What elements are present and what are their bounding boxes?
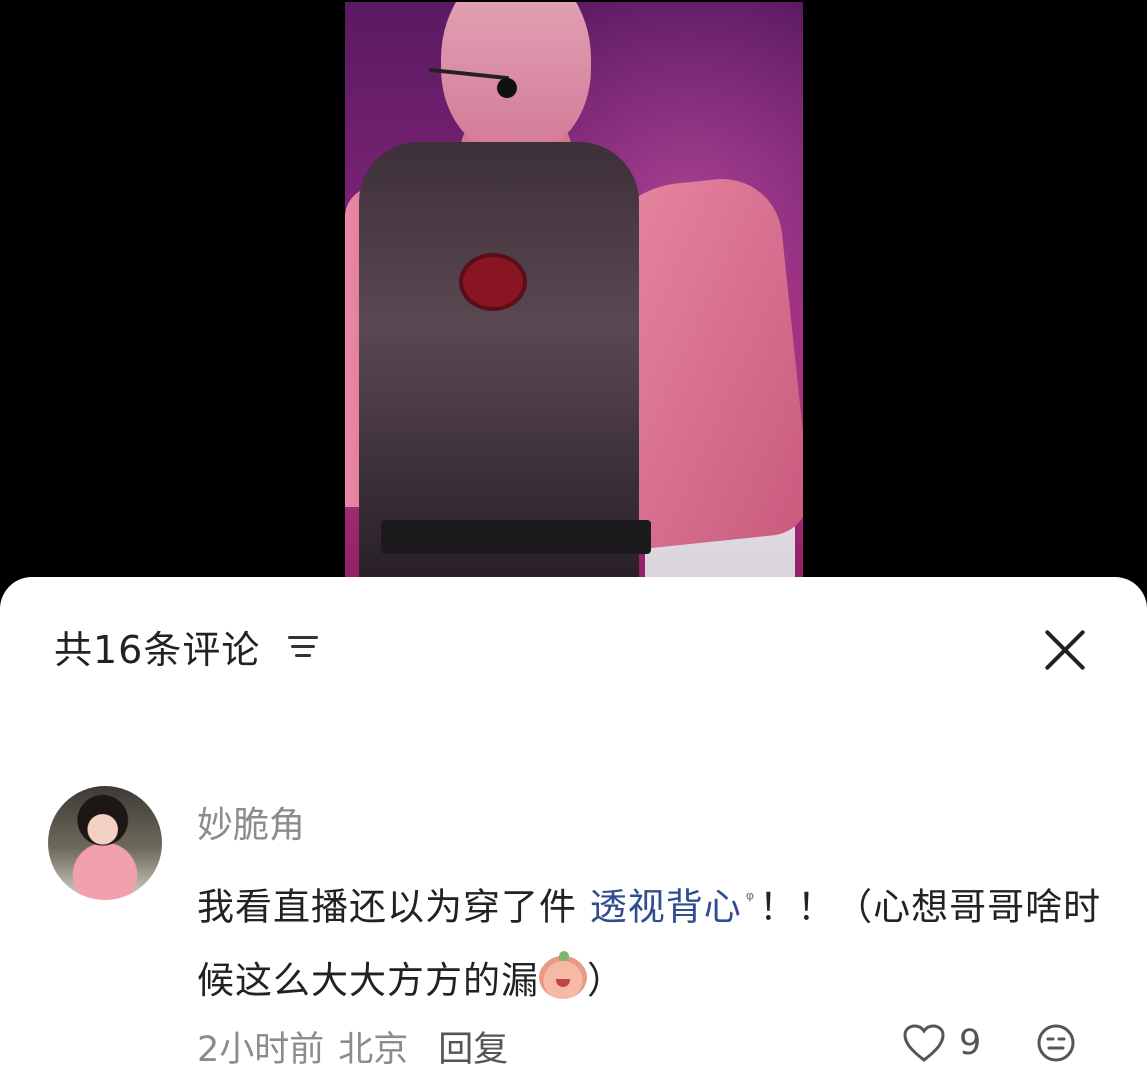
close-icon[interactable] [1042, 627, 1088, 673]
comment-text-part1: 我看直播还以为穿了件 [197, 885, 590, 929]
like-count: 9 [959, 1023, 982, 1063]
performer-head [441, 2, 591, 154]
comment-count: 共16条评论 [54, 627, 261, 672]
sort-icon[interactable] [288, 634, 319, 658]
topic-link[interactable]: 透视背心 [590, 885, 742, 928]
performer-belt [381, 520, 651, 554]
mic-head [497, 78, 517, 98]
heart-icon [903, 1024, 945, 1062]
like-button[interactable]: 9 [901, 1023, 981, 1063]
post-image[interactable] [345, 2, 803, 602]
search-icon: ᵠ [745, 887, 756, 911]
avatar[interactable] [48, 786, 162, 900]
comment-username[interactable]: 妙脆角 [197, 796, 305, 848]
comment-meta: 2小时前 北京 回复 [197, 1021, 508, 1072]
vest-emblem [463, 257, 523, 307]
comment-text: 我看直播还以为穿了件 透视背心 ᵠ ！！（心想哥哥啥时候这么大大方方的漏） [197, 862, 1107, 1018]
laughing-crying-emoji-icon [539, 951, 587, 1000]
comments-sheet: 共16条评论 妙脆角 我看直播还以为穿了件 透视背心 ᵠ ！！（心想哥哥啥时候这么大… [0, 577, 1147, 1080]
comment-time: 2小时前 [197, 1030, 325, 1070]
dislike-icon[interactable] [1036, 1023, 1076, 1063]
reply-button[interactable]: 回复 [438, 1021, 508, 1072]
sheet-header: 共16条评论 [54, 621, 319, 672]
comment-location: 北京 [338, 1030, 409, 1070]
comment-text-part3: ） [587, 959, 625, 1003]
